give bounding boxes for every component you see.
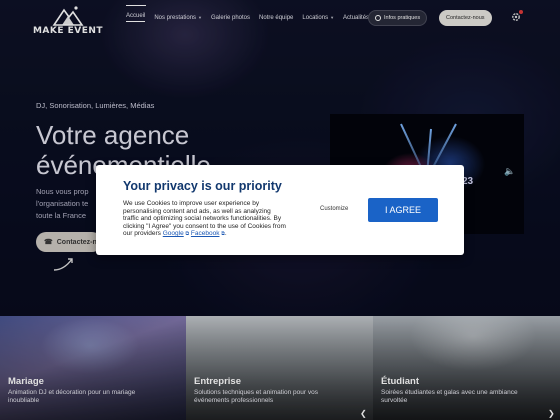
agree-button[interactable]: I AGREE [368,198,438,222]
privacy-text: We use Cookies to improve user experienc… [123,200,286,238]
external-link-icon: ⧉ [185,231,190,238]
external-link-icon: ⧉ [221,231,225,238]
customize-button[interactable]: Customize [320,206,348,212]
privacy-title: Your privacy is our priority [123,179,282,193]
facebook-link[interactable]: Facebook [191,230,220,237]
google-link[interactable]: Google [163,230,184,237]
privacy-dialog: Your privacy is our priority We use Cook… [96,165,464,255]
